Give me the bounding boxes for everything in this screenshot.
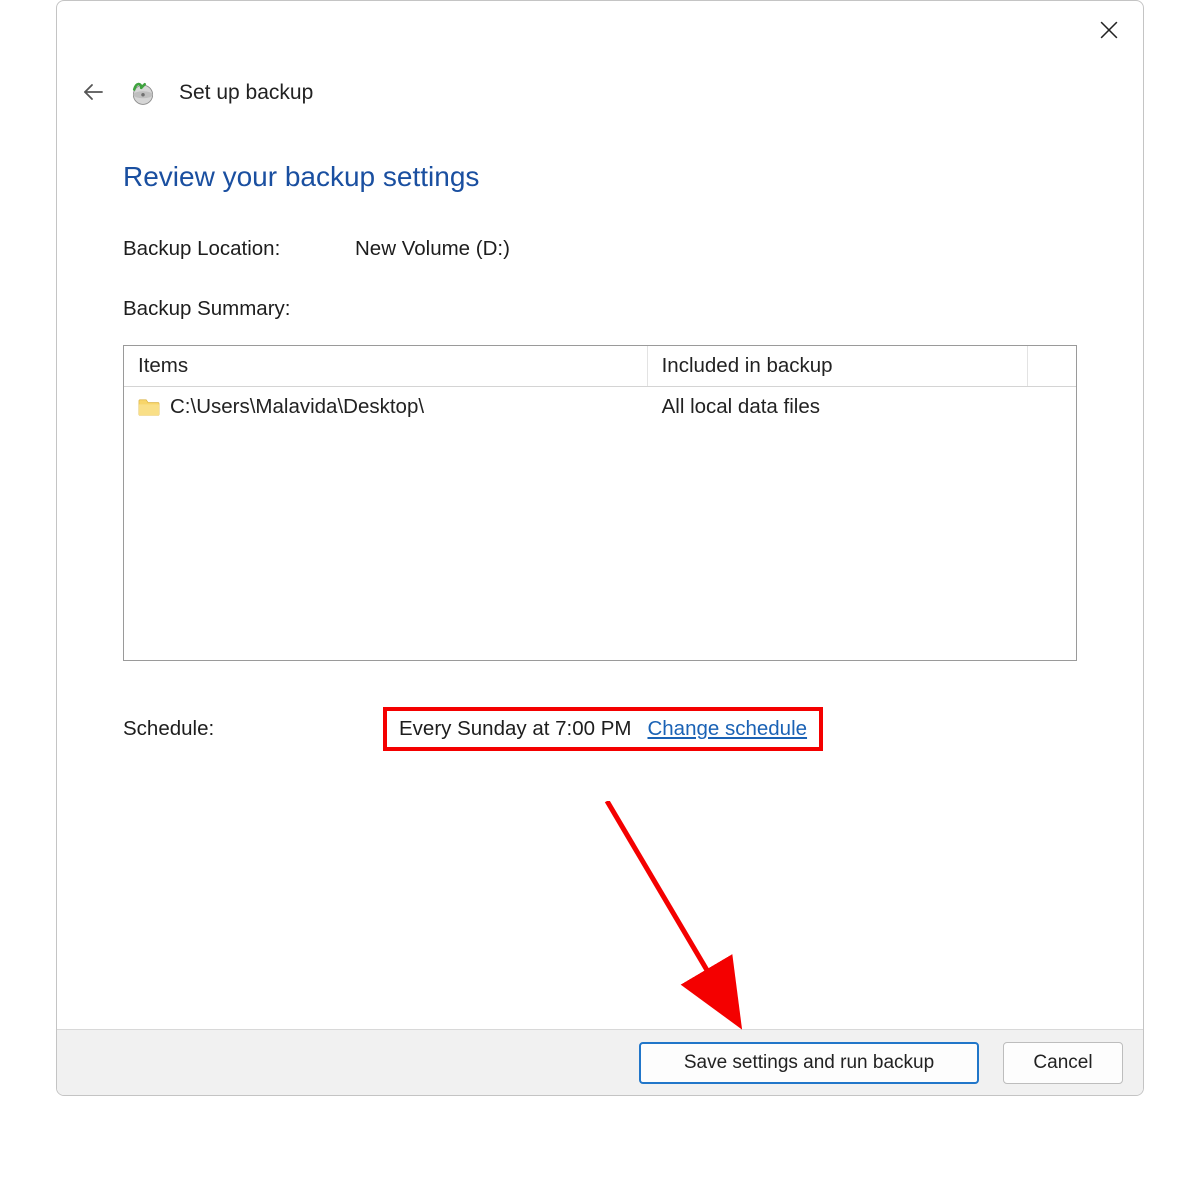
backup-summary-label: Backup Summary:: [123, 297, 1077, 321]
schedule-label: Schedule:: [123, 717, 383, 741]
cell-item-included: All local data files: [648, 387, 1029, 427]
cancel-button[interactable]: Cancel: [1003, 1042, 1123, 1084]
change-schedule-link[interactable]: Change schedule: [647, 717, 807, 741]
col-header-included[interactable]: Included in backup: [648, 346, 1029, 386]
backup-location-row: Backup Location: New Volume (D:): [123, 237, 1077, 261]
cell-item-path: C:\Users\Malavida\Desktop\: [124, 387, 648, 427]
cell-pad: [1028, 387, 1076, 427]
folder-icon: [138, 398, 160, 416]
wizard-title: Set up backup: [179, 81, 313, 105]
dialog-footer: Save settings and run backup Cancel: [57, 1029, 1143, 1095]
page-heading: Review your backup settings: [123, 161, 1077, 193]
schedule-row: Schedule: Every Sunday at 7:00 PM Change…: [123, 707, 1077, 751]
backup-wizard-dialog: Set up backup Review your backup setting…: [56, 0, 1144, 1096]
cell-item-included-text: All local data files: [662, 395, 820, 419]
backup-location-value: New Volume (D:): [355, 237, 510, 261]
close-button[interactable]: [1089, 13, 1129, 49]
wizard-header: Set up backup: [57, 1, 1143, 111]
wizard-content: Review your backup settings Backup Locat…: [57, 111, 1143, 1029]
backup-wizard-icon: [129, 79, 157, 107]
back-arrow-icon: [81, 80, 105, 107]
schedule-highlight: Every Sunday at 7:00 PM Change schedule: [383, 707, 823, 751]
close-icon: [1100, 21, 1118, 42]
backup-location-label: Backup Location:: [123, 237, 355, 261]
table-row[interactable]: C:\Users\Malavida\Desktop\ All local dat…: [124, 387, 1076, 427]
back-button[interactable]: [75, 75, 111, 111]
cell-item-path-text: C:\Users\Malavida\Desktop\: [170, 395, 424, 419]
backup-summary-table: Items Included in backup C:\Users\Malavi…: [123, 345, 1077, 661]
schedule-value: Every Sunday at 7:00 PM: [399, 717, 631, 741]
table-header: Items Included in backup: [124, 346, 1076, 387]
save-and-run-button[interactable]: Save settings and run backup: [639, 1042, 979, 1084]
col-header-pad: [1028, 346, 1076, 386]
col-header-items[interactable]: Items: [124, 346, 648, 386]
